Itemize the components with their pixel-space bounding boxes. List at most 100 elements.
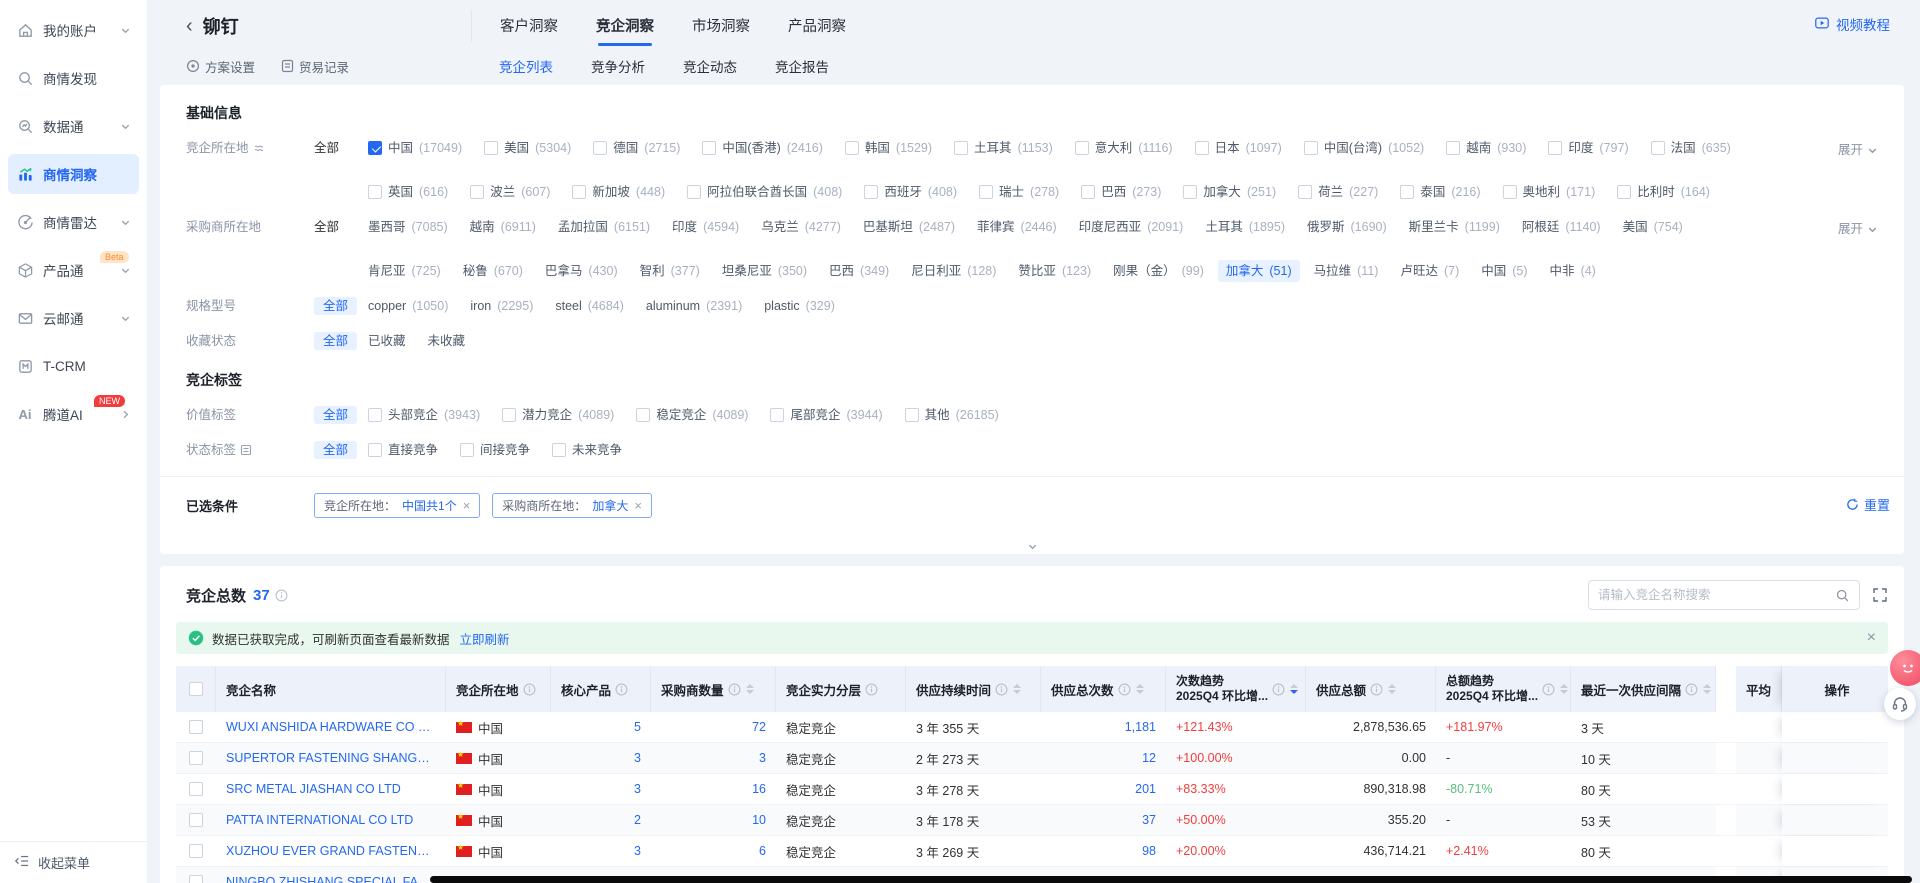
filter-option-坦桑尼亚[interactable]: 坦桑尼亚(350)	[722, 262, 807, 280]
checkbox[interactable]	[1304, 141, 1318, 155]
sort-desc-icon[interactable]	[1388, 690, 1396, 694]
company-name-link[interactable]: SUPERTOR FASTENING SHANGHAI...	[226, 751, 436, 765]
filter-option-越南[interactable]: 越南(930)	[1446, 139, 1526, 157]
info-icon[interactable]	[865, 683, 878, 696]
checkbox[interactable]	[979, 185, 993, 199]
core-products-count[interactable]: 5	[634, 720, 641, 734]
row-checkbox[interactable]	[189, 813, 203, 827]
filter-option-未来竞争[interactable]: 未来竞争	[552, 441, 622, 459]
filter-option-尼日利亚[interactable]: 尼日利亚(128)	[911, 262, 996, 280]
checkbox[interactable]	[636, 408, 650, 422]
checkbox[interactable]	[1651, 141, 1665, 155]
supply-count[interactable]: 1,181	[1125, 720, 1156, 734]
filter-option-中国[interactable]: 中国(5)	[1481, 262, 1527, 280]
fullscreen-icon[interactable]	[1872, 587, 1888, 603]
filter-option-已收藏[interactable]: 已收藏	[368, 332, 406, 350]
sort-asc-icon[interactable]	[1136, 684, 1144, 688]
checkbox[interactable]	[1195, 141, 1209, 155]
checkbox[interactable]	[954, 141, 968, 155]
filter-option-美国[interactable]: 美国(754)	[1623, 218, 1683, 236]
filter-all-option[interactable]: 全部	[314, 141, 339, 155]
filter-all-option[interactable]: 全部	[314, 332, 357, 350]
sort-control[interactable]	[1013, 684, 1021, 694]
sort-control[interactable]	[1703, 684, 1711, 694]
tab-产品洞察[interactable]: 产品洞察	[788, 15, 846, 38]
filter-option-肯尼亚[interactable]: 肯尼亚(725)	[368, 262, 441, 280]
sort-asc-icon[interactable]	[1013, 684, 1021, 688]
table-row[interactable]: SRC METAL JIASHAN CO LTD★中国316稳定竞企3 年 27…	[176, 774, 1888, 805]
filter-option-中国[interactable]: 中国(17049)	[368, 139, 462, 157]
row-checkbox[interactable]	[189, 782, 203, 796]
filter-option-加拿大[interactable]: 加拿大(51)	[1218, 260, 1300, 282]
supply-count[interactable]: 12	[1142, 751, 1156, 765]
company-name-link[interactable]: PATTA INTERNATIONAL CO LTD	[226, 813, 413, 827]
filter-option-印度[interactable]: 印度(797)	[1548, 139, 1628, 157]
filter-option-头部竞企[interactable]: 头部竞企(3943)	[368, 406, 480, 424]
filter-option-直接竞争[interactable]: 直接竞争	[368, 441, 438, 459]
sidebar-item-云邮通[interactable]: 云邮通	[8, 298, 139, 338]
info-icon[interactable]	[523, 683, 536, 696]
row-checkbox[interactable]	[189, 844, 203, 858]
reset-button[interactable]: 重置	[1846, 495, 1890, 514]
checkbox[interactable]	[1400, 185, 1414, 199]
filter-option-比利时[interactable]: 比利时(164)	[1617, 183, 1710, 201]
horizontal-scrollbar[interactable]	[430, 876, 1912, 883]
filter-option-中非[interactable]: 中非(4)	[1550, 262, 1596, 280]
sidebar-item-商情雷达[interactable]: 商情雷达	[8, 202, 139, 242]
subtab-竞企动态[interactable]: 竞企动态	[683, 56, 737, 76]
info-icon[interactable]	[1118, 683, 1131, 696]
refresh-now-link[interactable]: 立即刷新	[460, 629, 510, 648]
sort-control[interactable]	[1560, 684, 1568, 694]
checkbox[interactable]	[905, 408, 919, 422]
sort-desc-icon[interactable]	[1290, 690, 1298, 694]
sort-desc-icon[interactable]	[746, 690, 754, 694]
filter-option-乌克兰[interactable]: 乌克兰(4277)	[761, 218, 841, 236]
checkbox[interactable]	[702, 141, 716, 155]
filter-option-copper[interactable]: copper(1050)	[368, 297, 448, 315]
expand-button[interactable]: 展开	[1838, 141, 1878, 159]
sort-desc-icon[interactable]	[1013, 690, 1021, 694]
filter-option-未收藏[interactable]: 未收藏	[428, 332, 466, 350]
filter-all-option[interactable]: 全部	[314, 220, 339, 234]
filter-all-option[interactable]: 全部	[314, 441, 357, 459]
sidebar-item-商情发现[interactable]: 商情发现	[8, 58, 139, 98]
sort-desc-icon[interactable]	[1136, 690, 1144, 694]
supply-count[interactable]: 37	[1142, 813, 1156, 827]
video-tutorial-button[interactable]: 视频教程	[1814, 14, 1890, 34]
filter-option-土耳其[interactable]: 土耳其(1895)	[1205, 218, 1285, 236]
sort-asc-icon[interactable]	[746, 684, 754, 688]
filter-option-中国(香港)[interactable]: 中国(香港)(2416)	[702, 139, 822, 157]
headset-float-icon[interactable]	[1884, 688, 1916, 720]
filter-option-其他[interactable]: 其他(26185)	[905, 406, 999, 424]
filter-option-韩国[interactable]: 韩国(1529)	[845, 139, 932, 157]
filter-option-巴西[interactable]: 巴西(273)	[1081, 183, 1161, 201]
filter-option-steel[interactable]: steel(4684)	[555, 297, 624, 315]
tab-竞企洞察[interactable]: 竞企洞察	[596, 15, 654, 38]
info-icon[interactable]	[1542, 683, 1555, 696]
filter-option-斯里兰卡[interactable]: 斯里兰卡(1199)	[1409, 218, 1500, 236]
row-checkbox[interactable]	[189, 875, 203, 883]
collapse-filters-handle[interactable]	[1010, 539, 1054, 554]
filter-option-巴拿马[interactable]: 巴拿马(430)	[545, 262, 618, 280]
subtab-竞争分析[interactable]: 竞争分析	[591, 56, 645, 76]
filter-option-土耳其[interactable]: 土耳其(1153)	[954, 139, 1053, 157]
supply-count[interactable]: 98	[1142, 844, 1156, 858]
filter-option-plastic[interactable]: plastic(329)	[764, 297, 835, 315]
checkbox[interactable]	[502, 408, 516, 422]
checkbox[interactable]	[864, 185, 878, 199]
table-row[interactable]: XUZHOU EVER GRAND FASTENERS...★中国36稳定竞企3…	[176, 836, 1888, 867]
checkbox[interactable]	[1081, 185, 1095, 199]
table-row[interactable]: PATTA INTERNATIONAL CO LTD★中国210稳定竞企3 年 …	[176, 805, 1888, 836]
filter-option-西班牙[interactable]: 西班牙(408)	[864, 183, 957, 201]
filter-option-美国[interactable]: 美国(5304)	[484, 139, 571, 157]
tab-市场洞察[interactable]: 市场洞察	[692, 15, 750, 38]
sort-desc-icon[interactable]	[1560, 690, 1568, 694]
info-icon[interactable]	[995, 683, 1008, 696]
filter-option-秘鲁[interactable]: 秘鲁(670)	[463, 262, 523, 280]
checkbox[interactable]	[368, 443, 382, 457]
trade-records-button[interactable]: 贸易记录	[281, 57, 349, 76]
filter-option-孟加拉国[interactable]: 孟加拉国(6151)	[558, 218, 650, 236]
filter-option-意大利[interactable]: 意大利(1116)	[1075, 139, 1173, 157]
filter-option-新加坡[interactable]: 新加坡(448)	[572, 183, 665, 201]
filter-option-aluminum[interactable]: aluminum(2391)	[646, 297, 742, 315]
